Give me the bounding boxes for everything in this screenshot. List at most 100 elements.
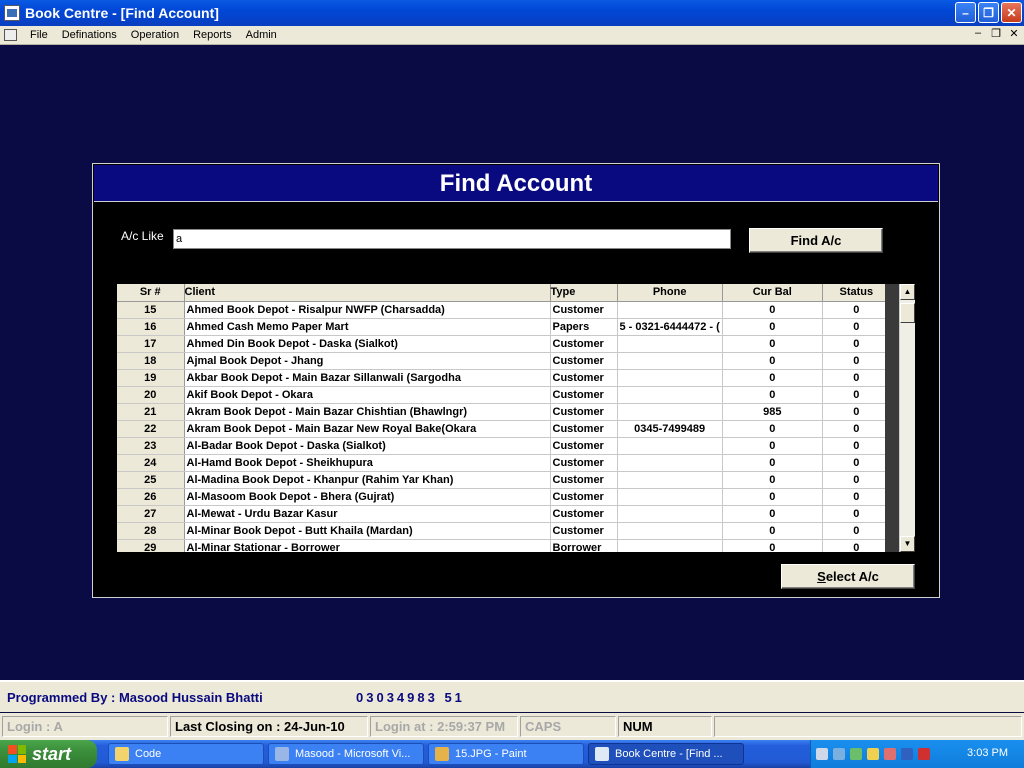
row-cur-bal-cell[interactable]: 0 xyxy=(722,369,823,387)
row-cur-bal-cell[interactable]: 0 xyxy=(722,352,823,370)
row-client-cell[interactable]: Al-Minar Stationar - Borrower xyxy=(184,539,551,552)
task-code[interactable]: Code xyxy=(108,743,264,765)
menu-file[interactable]: File xyxy=(23,29,55,41)
row-client-cell[interactable]: Akbar Book Depot - Main Bazar Sillanwali… xyxy=(184,369,551,387)
row-sr-cell[interactable]: 19 xyxy=(117,369,185,387)
select-account-button[interactable]: Select A/c xyxy=(781,564,915,589)
row-type-cell[interactable]: Customer xyxy=(550,386,618,404)
row-sr-cell[interactable]: 23 xyxy=(117,437,185,455)
row-sr-cell[interactable]: 29 xyxy=(117,539,185,552)
row-cur-bal-cell[interactable]: 985 xyxy=(722,403,823,421)
row-type-cell[interactable]: Customer xyxy=(550,437,618,455)
find-account-button[interactable]: Find A/c xyxy=(749,228,883,253)
row-client-cell[interactable]: Ajmal Book Depot - Jhang xyxy=(184,352,551,370)
table-row[interactable]: 23 Al-Badar Book Depot - Daska (Sialkot) C… xyxy=(117,437,891,455)
row-sr-cell[interactable]: 26 xyxy=(117,488,185,506)
row-client-cell[interactable]: Al-Badar Book Depot - Daska (Sialkot) xyxy=(184,437,551,455)
mdi-minimize-button[interactable]: – xyxy=(972,27,984,40)
row-phone-cell[interactable] xyxy=(617,522,723,540)
row-client-cell[interactable]: Akram Book Depot - Main Bazar New Royal … xyxy=(184,420,551,438)
row-phone-cell[interactable] xyxy=(617,539,723,552)
row-status-cell[interactable]: 0 xyxy=(822,369,891,387)
tray-alert-icon[interactable] xyxy=(884,748,896,760)
row-cur-bal-cell[interactable]: 0 xyxy=(722,488,823,506)
row-type-cell[interactable]: Customer xyxy=(550,352,618,370)
app-icon[interactable] xyxy=(4,5,20,21)
row-status-cell[interactable]: 0 xyxy=(822,335,891,353)
row-client-cell[interactable]: Al-Minar Book Depot - Butt Khaila (Marda… xyxy=(184,522,551,540)
mdi-close-button[interactable]: ✕ xyxy=(1008,27,1020,40)
row-status-cell[interactable]: 0 xyxy=(822,318,891,336)
row-phone-cell[interactable] xyxy=(617,386,723,404)
table-row[interactable]: 20 Akif Book Depot - Okara Customer 0 0 xyxy=(117,386,891,404)
row-phone-cell[interactable]: 5 - 0321-6444472 - ( xyxy=(617,318,723,336)
table-row[interactable]: 16 Ahmed Cash Memo Paper Mart Papers 5 - 03… xyxy=(117,318,891,336)
row-client-cell[interactable]: Akif Book Depot - Okara xyxy=(184,386,551,404)
row-client-cell[interactable]: Ahmed Din Book Depot - Daska (Sialkot) xyxy=(184,335,551,353)
scroll-thumb[interactable] xyxy=(900,303,915,323)
table-row[interactable]: 22 Akram Book Depot - Main Bazar New Roya… xyxy=(117,420,891,438)
maximize-button[interactable]: ❐ xyxy=(978,2,999,23)
row-status-cell[interactable]: 0 xyxy=(822,505,891,523)
table-row[interactable]: 25 Al-Madina Book Depot - Khanpur (Rahim … xyxy=(117,471,891,489)
row-status-cell[interactable]: 0 xyxy=(822,352,891,370)
row-status-cell[interactable]: 0 xyxy=(822,471,891,489)
col-status[interactable]: Status xyxy=(822,284,891,302)
row-status-cell[interactable]: 0 xyxy=(822,403,891,421)
row-phone-cell[interactable] xyxy=(617,488,723,506)
row-client-cell[interactable]: Al-Masoom Book Depot - Bhera (Gujrat) xyxy=(184,488,551,506)
row-type-cell[interactable]: Customer xyxy=(550,301,618,319)
row-status-cell[interactable]: 0 xyxy=(822,454,891,472)
table-row[interactable]: 21 Akram Book Depot - Main Bazar Chishtia… xyxy=(117,403,891,421)
row-type-cell[interactable]: Customer xyxy=(550,454,618,472)
close-button[interactable]: ✕ xyxy=(1001,2,1022,23)
row-type-cell[interactable]: Customer xyxy=(550,420,618,438)
table-row[interactable]: 18 Ajmal Book Depot - Jhang Customer 0 0 xyxy=(117,352,891,370)
table-row[interactable]: 24 Al-Hamd Book Depot - Sheikhupura Custom… xyxy=(117,454,891,472)
row-type-cell[interactable]: Customer xyxy=(550,335,618,353)
tray-shield-icon[interactable] xyxy=(918,748,930,760)
row-sr-cell[interactable]: 25 xyxy=(117,471,185,489)
row-phone-cell[interactable] xyxy=(617,454,723,472)
tray-app-icon[interactable] xyxy=(850,748,862,760)
col-cur-bal[interactable]: Cur Bal xyxy=(722,284,823,302)
col-phone[interactable]: Phone xyxy=(617,284,723,302)
row-type-cell[interactable]: Borrower xyxy=(550,539,618,552)
mdi-restore-button[interactable]: ❐ xyxy=(990,27,1002,40)
row-type-cell[interactable]: Customer xyxy=(550,522,618,540)
row-sr-cell[interactable]: 22 xyxy=(117,420,185,438)
tray-network-icon[interactable] xyxy=(816,748,828,760)
table-row[interactable]: 29 Al-Minar Stationar - Borrower Borrower 0… xyxy=(117,539,891,552)
menu-operation[interactable]: Operation xyxy=(124,29,186,41)
row-cur-bal-cell[interactable]: 0 xyxy=(722,522,823,540)
row-type-cell[interactable]: Customer xyxy=(550,403,618,421)
row-type-cell[interactable]: Customer xyxy=(550,471,618,489)
row-cur-bal-cell[interactable]: 0 xyxy=(722,505,823,523)
table-row[interactable]: 17 Ahmed Din Book Depot - Daska (Sialkot)… xyxy=(117,335,891,353)
row-phone-cell[interactable] xyxy=(617,403,723,421)
table-row[interactable]: 28 Al-Minar Book Depot - Butt Khaila (Mar… xyxy=(117,522,891,540)
row-status-cell[interactable]: 0 xyxy=(822,420,891,438)
row-phone-cell[interactable] xyxy=(617,471,723,489)
search-input[interactable]: a xyxy=(173,229,731,249)
row-phone-cell[interactable] xyxy=(617,369,723,387)
row-status-cell[interactable]: 0 xyxy=(822,539,891,552)
row-status-cell[interactable]: 0 xyxy=(822,488,891,506)
vertical-scrollbar[interactable]: ▲ ▼ xyxy=(899,284,915,552)
row-cur-bal-cell[interactable]: 0 xyxy=(722,301,823,319)
row-phone-cell[interactable] xyxy=(617,437,723,455)
row-status-cell[interactable]: 0 xyxy=(822,386,891,404)
row-phone-cell[interactable] xyxy=(617,505,723,523)
col-client[interactable]: Client xyxy=(184,284,551,302)
scroll-down-icon[interactable]: ▼ xyxy=(900,536,915,552)
row-type-cell[interactable]: Papers xyxy=(550,318,618,336)
row-client-cell[interactable]: Akram Book Depot - Main Bazar Chishtian … xyxy=(184,403,551,421)
table-row[interactable]: 26 Al-Masoom Book Depot - Bhera (Gujrat) C… xyxy=(117,488,891,506)
row-client-cell[interactable]: Al-Hamd Book Depot - Sheikhupura xyxy=(184,454,551,472)
row-client-cell[interactable]: Al-Madina Book Depot - Khanpur (Rahim Ya… xyxy=(184,471,551,489)
row-type-cell[interactable]: Customer xyxy=(550,369,618,387)
row-type-cell[interactable]: Customer xyxy=(550,505,618,523)
row-cur-bal-cell[interactable]: 0 xyxy=(722,318,823,336)
row-client-cell[interactable]: Ahmed Book Depot - Risalpur NWFP (Charsa… xyxy=(184,301,551,319)
window-titlebar[interactable]: Book Centre - [Find Account] – ❐ ✕ xyxy=(0,0,1024,26)
